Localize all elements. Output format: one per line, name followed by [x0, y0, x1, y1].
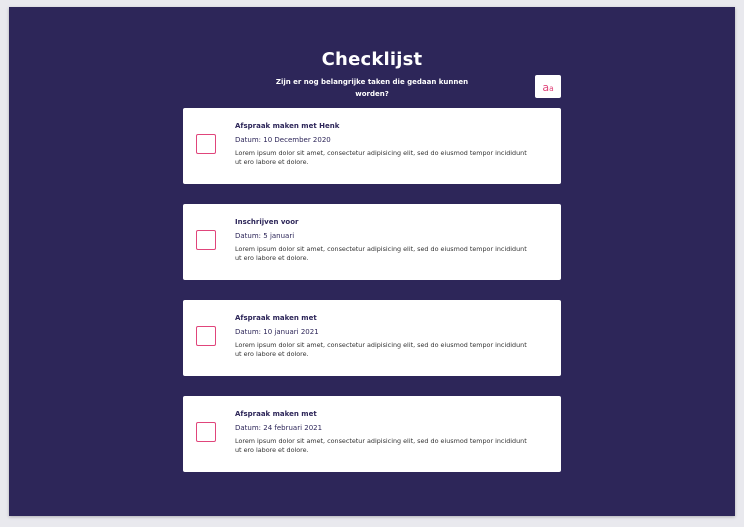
app-frame: Checklijst Zijn er nog belangrijke taken…	[9, 7, 735, 516]
task-title: Afspraak maken met	[235, 314, 317, 322]
task-date: Datum: 24 februari 2021	[235, 424, 323, 432]
task-checkbox[interactable]	[196, 134, 216, 154]
font-size-toggle-button[interactable]: aa	[535, 75, 561, 98]
task-title: Afspraak maken met	[235, 410, 317, 418]
task-date: Datum: 5 januari	[235, 232, 295, 240]
font-size-large-icon: a	[542, 81, 550, 94]
font-size-small-icon: a	[549, 84, 554, 93]
task-description: Lorem ipsum dolor sit amet, consectetur …	[235, 341, 527, 358]
task-checkbox[interactable]	[196, 422, 216, 442]
task-card: Inschrijven voor Datum: 5 januari Lorem …	[183, 204, 561, 280]
task-card: Afspraak maken met Datum: 24 februari 20…	[183, 396, 561, 472]
task-card: Afspraak maken met Henk Datum: 10 Decemb…	[183, 108, 561, 184]
task-description: Lorem ipsum dolor sit amet, consectetur …	[235, 437, 527, 454]
page-subtitle: Zijn er nog belangrijke taken die gedaan…	[275, 78, 469, 98]
task-description: Lorem ipsum dolor sit amet, consectetur …	[235, 245, 527, 262]
task-date: Datum: 10 December 2020	[235, 136, 331, 144]
task-date: Datum: 10 januari 2021	[235, 328, 319, 336]
task-title: Inschrijven voor	[235, 218, 299, 226]
task-checkbox[interactable]	[196, 326, 216, 346]
page-title: Checklijst	[321, 49, 423, 70]
task-card: Afspraak maken met Datum: 10 januari 202…	[183, 300, 561, 376]
task-description: Lorem ipsum dolor sit amet, consectetur …	[235, 149, 527, 166]
task-title: Afspraak maken met Henk	[235, 122, 340, 130]
task-checkbox[interactable]	[196, 230, 216, 250]
